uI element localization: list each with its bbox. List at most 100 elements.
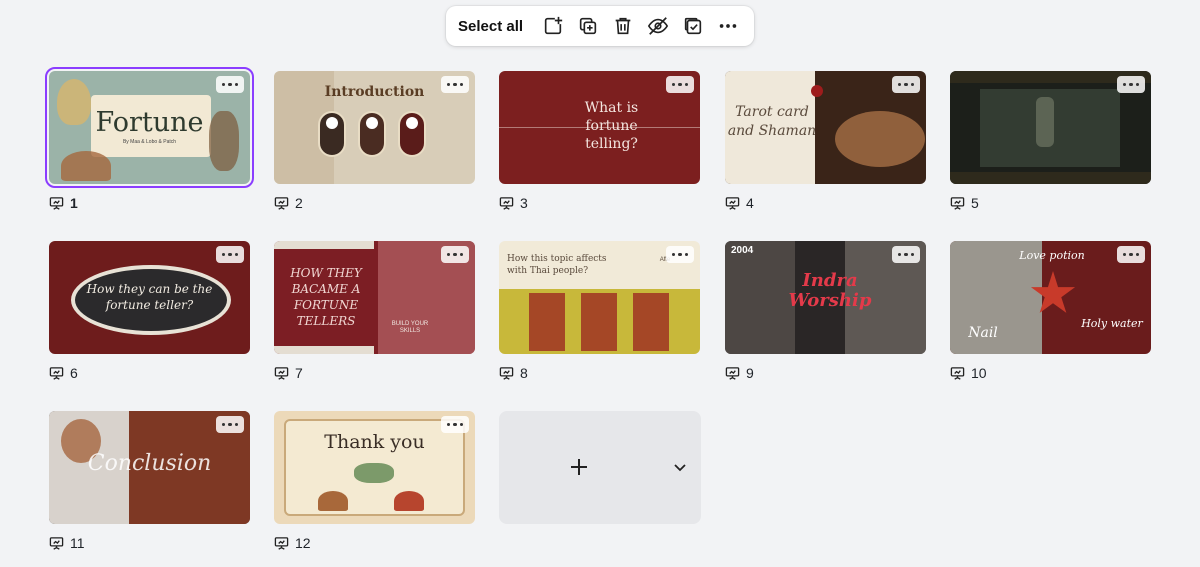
- decor-card: [581, 293, 617, 351]
- slide-title: HOW THEY BACAME A FORTUNE TELLERS: [290, 266, 362, 328]
- presentation-icon: [49, 536, 64, 550]
- slide-label: 1: [49, 195, 78, 211]
- slide-title: Thank you: [324, 431, 425, 453]
- slide-thumbnail[interactable]: What is fortune telling?: [499, 71, 700, 184]
- slide-more-button[interactable]: [441, 416, 469, 433]
- slide-title: What is fortune telling?: [584, 100, 639, 152]
- slide-thumbnail[interactable]: Conclusion: [49, 411, 250, 524]
- slide-more-button[interactable]: [216, 76, 244, 93]
- presentation-icon: [950, 196, 965, 210]
- delete-button[interactable]: [605, 10, 640, 42]
- add-page-icon: [544, 16, 562, 35]
- presentation-icon: [49, 196, 64, 210]
- slide-subtitle: By Maa & Lobo & Patch: [122, 139, 177, 145]
- slide-title: Conclusion: [87, 451, 212, 476]
- slide-more-button[interactable]: [666, 246, 694, 263]
- slide-number: 4: [746, 195, 754, 211]
- slide-title: How this topic affects with Thai people?: [507, 254, 607, 276]
- slide-label: 11: [49, 535, 85, 551]
- slide-caption: Holy water: [1081, 317, 1143, 330]
- slide-thumbnail[interactable]: Tarot card and Shaman: [725, 71, 926, 184]
- decor-paper: [274, 241, 374, 249]
- presentation-icon: [725, 366, 740, 380]
- decor-figure: [1036, 97, 1054, 147]
- hide-button[interactable]: [641, 10, 676, 42]
- slide-more-button[interactable]: [216, 246, 244, 263]
- slide-number: 2: [295, 195, 303, 211]
- slide-caption: BUILD YOUR SKILLS: [391, 321, 429, 334]
- chevron-down-icon[interactable]: [673, 462, 687, 474]
- decor-paper: [274, 346, 374, 354]
- more-icon: [720, 24, 737, 28]
- decor-table: [835, 111, 925, 167]
- slide-thumbnail[interactable]: Thank you: [274, 411, 475, 524]
- slide-number: 9: [746, 365, 754, 381]
- duplicate-icon: [579, 17, 596, 35]
- slide-number: 1: [70, 195, 78, 211]
- slide-thumbnail[interactable]: [950, 71, 1151, 184]
- slide-more-button[interactable]: [1117, 246, 1145, 263]
- decor-filmstrip: [950, 172, 1151, 184]
- slide-title: Tarot card and Shaman: [727, 104, 817, 139]
- presentation-icon: [274, 366, 289, 380]
- slide-more-button[interactable]: [892, 246, 920, 263]
- slide-number: 7: [295, 365, 303, 381]
- slide-thumbnail[interactable]: 2004 Indra Worship: [725, 241, 926, 354]
- slide-title: How they can be the fortune teller?: [86, 282, 213, 312]
- slide-number: 6: [70, 365, 78, 381]
- select-all-button[interactable]: Select all: [458, 18, 523, 35]
- presentation-icon: [950, 366, 965, 380]
- decor-dot: [366, 117, 378, 129]
- duplicate-button[interactable]: [570, 10, 605, 42]
- slide-title: Love potion: [1019, 249, 1085, 262]
- decor-mushroom: [394, 491, 424, 511]
- slide-year: 2004: [731, 245, 754, 256]
- decor-frog: [354, 463, 394, 483]
- slide-label: 2: [274, 195, 303, 211]
- slide-label: 3: [499, 195, 528, 211]
- slide-number: 11: [70, 535, 85, 551]
- more-button[interactable]: [711, 10, 746, 42]
- presentation-icon: [499, 366, 514, 380]
- slide-more-button[interactable]: [666, 76, 694, 93]
- selection-toolbar: Select all: [446, 6, 754, 46]
- slide-label: 12: [274, 535, 311, 551]
- slide-thumbnail[interactable]: HOW THEY BACAME A FORTUNE TELLERS BUILD …: [274, 241, 475, 354]
- slide-caption: Nail: [968, 325, 998, 341]
- decor-dot: [406, 117, 418, 129]
- slide-more-button[interactable]: [892, 76, 920, 93]
- slide-more-button[interactable]: [1117, 76, 1145, 93]
- add-page-tile[interactable]: [499, 411, 701, 524]
- slide-title: Indra Worship: [788, 270, 872, 311]
- slide-thumbnail[interactable]: Fortune By Maa & Lobo & Patch: [45, 67, 254, 188]
- slide-thumbnail[interactable]: Introduction: [274, 71, 475, 184]
- decor-card: [633, 293, 669, 351]
- add-page-button[interactable]: [535, 10, 570, 42]
- slide-number: 12: [295, 535, 311, 551]
- presentation-icon: [49, 366, 64, 380]
- slide-title: Fortune: [95, 107, 204, 138]
- select-button[interactable]: [676, 10, 711, 42]
- check-box-icon: [685, 17, 702, 35]
- slide-label: 9: [725, 365, 754, 381]
- slide-more-button[interactable]: [441, 76, 469, 93]
- presentation-icon: [274, 196, 289, 210]
- slide-number: 3: [520, 195, 528, 211]
- slide-more-button[interactable]: [216, 416, 244, 433]
- slide-thumbnail[interactable]: Love potion Holy water Nail: [950, 241, 1151, 354]
- slide-label: 8: [499, 365, 528, 381]
- slide-label: 7: [274, 365, 303, 381]
- slide-thumbnail[interactable]: How they can be the fortune teller?: [49, 241, 250, 354]
- slide-label: 6: [49, 365, 78, 381]
- decor-dot: [326, 117, 338, 129]
- presentation-icon: [725, 196, 740, 210]
- trash-icon: [615, 17, 631, 35]
- slide-label: 4: [725, 195, 754, 211]
- decor-card: [529, 293, 565, 351]
- plus-icon: [571, 459, 587, 475]
- slide-label: 10: [950, 365, 987, 381]
- hide-icon: [647, 17, 669, 35]
- slide-more-button[interactable]: [441, 246, 469, 263]
- slide-label: 5: [950, 195, 979, 211]
- slide-thumbnail[interactable]: How this topic affects with Thai people?…: [499, 241, 700, 354]
